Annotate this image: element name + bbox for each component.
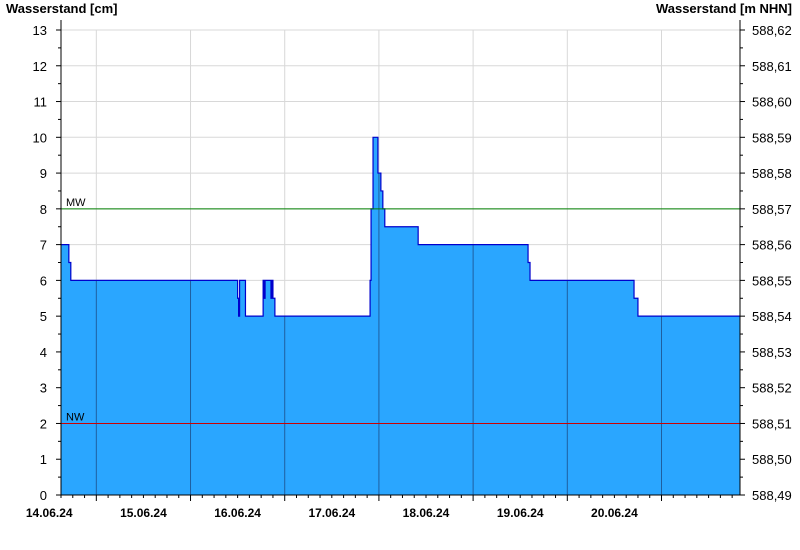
y-left-tick-label: 7 xyxy=(40,238,47,253)
ref-label-mw: MW xyxy=(66,197,86,209)
y-left-tick-label: 9 xyxy=(40,166,47,181)
y-left-tick-label: 13 xyxy=(33,23,47,38)
x-tick-label: 14.06.24 xyxy=(26,506,73,520)
y-left-tick-label: 4 xyxy=(40,345,47,360)
water-level-chart: Wasserstand [cm] Wasserstand [m NHN] MW N… xyxy=(6,1,792,520)
y-right-tick-label: 588,53 xyxy=(752,345,792,360)
y-right-tick-label: 588,51 xyxy=(752,416,792,431)
y-right-tick-label: 588,52 xyxy=(752,381,792,396)
y-right-tick-label: 588,62 xyxy=(752,23,792,38)
y-right-tick-label: 588,50 xyxy=(752,452,792,467)
y-left-tick-label: 2 xyxy=(40,416,47,431)
y-left-tick-label: 11 xyxy=(34,95,48,110)
x-tick-label: 20.06.24 xyxy=(591,506,638,520)
y-right-tick-label: 588,59 xyxy=(752,130,792,145)
y-right-tick-label: 588,55 xyxy=(752,273,792,288)
ref-label-nw: NW xyxy=(66,411,85,423)
y-left-tick-label: 1 xyxy=(40,452,47,467)
x-tick-label: 15.06.24 xyxy=(120,506,167,520)
y-right-tick-labels: 588,49 588,50 588,51 588,52 588,53 588,54 588,… xyxy=(752,23,792,503)
x-tick-label: 19.06.24 xyxy=(497,506,544,520)
y-left-tick-label: 10 xyxy=(33,130,47,145)
y-left-tick-label: 8 xyxy=(40,202,47,217)
y-left-tick-labels: 012345678910111213 xyxy=(33,23,47,503)
y-right-tick-label: 588,60 xyxy=(752,95,792,110)
y-right-tick-label: 588,61 xyxy=(752,59,792,74)
y-left-tick-label: 6 xyxy=(40,273,47,288)
x-tick-label: 17.06.24 xyxy=(308,506,355,520)
y-right-tick-label: 588,57 xyxy=(752,202,792,217)
x-tick-labels: 14.06.24 15.06.24 16.06.24 17.06.24 18.06.24… xyxy=(26,506,638,520)
y-right-tick-label: 588,54 xyxy=(752,309,792,324)
y-right-axis-title: Wasserstand [m NHN] xyxy=(656,1,792,16)
y-left-axis-title: Wasserstand [cm] xyxy=(6,1,118,16)
x-tick-label: 16.06.24 xyxy=(214,506,261,520)
y-left-tick-label: 5 xyxy=(40,309,47,324)
y-left-tick-label: 0 xyxy=(40,488,47,503)
x-tick-label: 18.06.24 xyxy=(403,506,450,520)
y-right-tick-label: 588,56 xyxy=(752,238,792,253)
y-right-tick-label: 588,58 xyxy=(752,166,792,181)
y-left-tick-label: 3 xyxy=(40,381,47,396)
y-left-tick-label: 12 xyxy=(33,59,47,74)
y-right-tick-label: 588,49 xyxy=(752,488,792,503)
